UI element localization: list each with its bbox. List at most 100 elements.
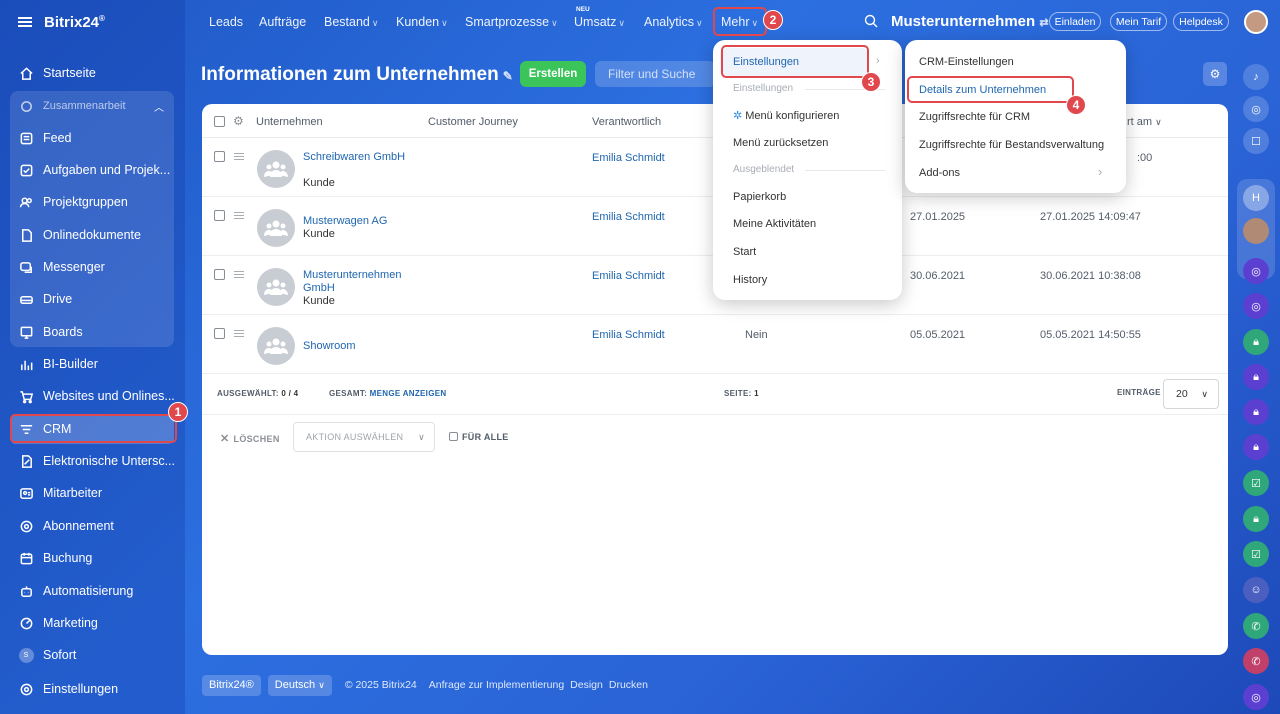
phone-icon[interactable]: ✆: [1243, 648, 1269, 674]
chevron-up-icon[interactable]: ︿: [154, 99, 164, 114]
task-icon[interactable]: ☑: [1243, 541, 1269, 567]
for-all-box[interactable]: [449, 432, 458, 441]
copilot-icon[interactable]: ◎: [1243, 684, 1269, 710]
table-row[interactable]: Showroom Emilia Schmidt Nein 05.05.2021 …: [202, 315, 1228, 374]
responsible-link[interactable]: Emilia Schmidt: [592, 211, 665, 223]
task-icon[interactable]: ☑: [1243, 470, 1269, 496]
sidebar-item-messenger[interactable]: Messenger: [10, 252, 174, 282]
row-checkbox[interactable]: [214, 210, 225, 221]
lock-icon[interactable]: 🔒︎: [1243, 399, 1269, 425]
company-link[interactable]: Musterwagen AG: [303, 215, 413, 228]
sidebar-item-automatisierung[interactable]: Automatisierung: [10, 576, 174, 606]
sidebar-item-buchung[interactable]: Buchung: [10, 543, 174, 573]
column-settings-gear-icon[interactable]: ⚙: [233, 114, 244, 128]
sidebar-item-startseite[interactable]: Startseite: [10, 58, 174, 88]
lock-icon[interactable]: 🔒︎: [1243, 329, 1269, 355]
filter-search-input[interactable]: Filter und Suche: [595, 61, 715, 87]
delete-button[interactable]: ✕ LÖSCHEN: [220, 432, 280, 445]
menu-item-configure[interactable]: ✲ Menü konfigurieren: [733, 109, 839, 122]
nav-leads[interactable]: Leads: [209, 15, 243, 29]
row-checkbox[interactable]: [214, 328, 225, 339]
footer-logo-button[interactable]: Bitrix24®: [202, 674, 261, 696]
invite-button[interactable]: Einladen: [1049, 12, 1101, 31]
company-link[interactable]: Schreibwaren GmbH: [303, 151, 413, 164]
sidebar-item-abonnement[interactable]: Abonnement: [10, 511, 174, 541]
column-header-verantwortlich[interactable]: Verantwortlich: [592, 116, 661, 128]
sidebar-item-websites[interactable]: Websites und Onlines...: [10, 381, 174, 411]
chat-channel-icon[interactable]: ◎: [1243, 258, 1269, 284]
select-all-checkbox[interactable]: [214, 116, 225, 127]
sidebar-item-bi-builder[interactable]: BI-Builder: [10, 349, 174, 379]
h-avatar[interactable]: H: [1243, 185, 1269, 211]
company-link[interactable]: Musterunternehmen GmbH: [303, 269, 413, 295]
logo[interactable]: Bitrix24®: [44, 14, 105, 31]
search-icon[interactable]: [864, 14, 878, 28]
drag-handle-icon[interactable]: [234, 153, 244, 160]
sidebar-item-projektgruppen[interactable]: Projektgruppen: [10, 187, 174, 217]
sidebar-item-drive[interactable]: Drive: [10, 284, 174, 314]
column-header-unternehmen[interactable]: Unternehmen: [256, 116, 323, 128]
contact-avatar[interactable]: [1243, 218, 1269, 244]
my-plan-button[interactable]: Mein Tarif: [1110, 12, 1167, 31]
responsible-link[interactable]: Emilia Schmidt: [592, 329, 665, 341]
pin-icon[interactable]: ✎: [503, 69, 513, 83]
nav-analytics[interactable]: Analytics ∨: [644, 15, 703, 29]
row-checkbox[interactable]: [214, 269, 225, 280]
chat-channel-icon[interactable]: ◎: [1243, 293, 1269, 319]
footer-link-implementation[interactable]: Anfrage zur Implementierung: [429, 679, 564, 691]
column-header-erstellt-am[interactable]: rt am ∨: [1127, 116, 1162, 128]
company-avatar-icon[interactable]: [257, 268, 295, 306]
sidebar-item-sofort[interactable]: S Sofort: [10, 640, 174, 670]
company-avatar-icon[interactable]: [257, 150, 295, 188]
lock-icon[interactable]: 🔒︎: [1243, 434, 1269, 460]
menu-item-reset[interactable]: Menü zurücksetzen: [733, 137, 828, 149]
user-avatar[interactable]: [1244, 10, 1268, 34]
menu-item-start[interactable]: Start: [733, 246, 756, 258]
column-header-customer-journey[interactable]: Customer Journey: [428, 116, 518, 128]
helpdesk-button[interactable]: Helpdesk: [1173, 12, 1229, 31]
company-avatar-icon[interactable]: [257, 209, 295, 247]
row-checkbox[interactable]: [214, 151, 225, 162]
create-button[interactable]: Erstellen: [520, 61, 586, 87]
menu-item-history[interactable]: History: [733, 274, 767, 286]
company-link[interactable]: Showroom: [303, 340, 413, 353]
footer-link-print[interactable]: Drucken: [609, 679, 648, 691]
nav-smartprozesse[interactable]: Smartprozesse ∨: [465, 15, 558, 29]
menu-item-papierkorb[interactable]: Papierkorb: [733, 191, 786, 203]
menu-item-inventory-permissions[interactable]: Zugriffsrechte für Bestandsverwaltung: [919, 139, 1104, 151]
bell-icon[interactable]: ♪: [1243, 64, 1269, 90]
responsible-link[interactable]: Emilia Schmidt: [592, 152, 665, 164]
drag-handle-icon[interactable]: [234, 271, 244, 278]
copilot-icon[interactable]: ◎: [1243, 96, 1269, 122]
bot-icon[interactable]: ☺: [1243, 577, 1269, 603]
sidebar-item-boards[interactable]: Boards: [10, 317, 174, 347]
phone-icon[interactable]: ✆: [1243, 613, 1269, 639]
sidebar-group-zusammenarbeit[interactable]: Zusammenarbeit ︿: [10, 91, 174, 121]
menu-item-addons[interactable]: Add-ons: [919, 167, 960, 179]
sidebar-item-einstellungen[interactable]: Einstellungen: [10, 674, 174, 704]
lock-icon[interactable]: 🔒︎: [1243, 506, 1269, 532]
nav-umsatz[interactable]: Umsatz ∨: [574, 15, 625, 29]
responsible-link[interactable]: Emilia Schmidt: [592, 270, 665, 282]
sidebar-item-marketing[interactable]: Marketing: [10, 608, 174, 638]
company-name[interactable]: Musterunternehmen ⇄: [891, 13, 1049, 30]
entries-per-page-select[interactable]: 20 ∨: [1163, 379, 1219, 409]
show-count-link[interactable]: MENGE ANZEIGEN: [370, 389, 447, 398]
drag-handle-icon[interactable]: [234, 212, 244, 219]
gear-icon[interactable]: ⚙: [1203, 62, 1227, 86]
menu-item-meine-aktivitaeten[interactable]: Meine Aktivitäten: [733, 218, 816, 230]
nav-auftraege[interactable]: Aufträge: [259, 15, 306, 29]
sidebar-item-aufgaben[interactable]: Aufgaben und Projek...: [10, 155, 174, 185]
nav-bestand[interactable]: Bestand ∨: [324, 15, 378, 29]
hamburger-icon[interactable]: [18, 17, 32, 27]
language-select[interactable]: Deutsch ∨: [267, 674, 332, 696]
menu-item-crm-permissions[interactable]: Zugriffsrechte für CRM: [919, 111, 1030, 123]
nav-kunden[interactable]: Kunden ∨: [396, 15, 448, 29]
for-all-checkbox[interactable]: FÜR ALLE: [449, 432, 509, 442]
drag-handle-icon[interactable]: [234, 330, 244, 337]
sidebar-item-signatur[interactable]: Elektronische Untersc...: [10, 446, 174, 476]
sidebar-item-onlinedokumente[interactable]: Onlinedokumente: [10, 220, 174, 250]
lock-icon[interactable]: 🔒︎: [1243, 364, 1269, 390]
chat-icon[interactable]: ☐: [1243, 128, 1269, 154]
footer-link-design[interactable]: Design: [570, 679, 603, 691]
